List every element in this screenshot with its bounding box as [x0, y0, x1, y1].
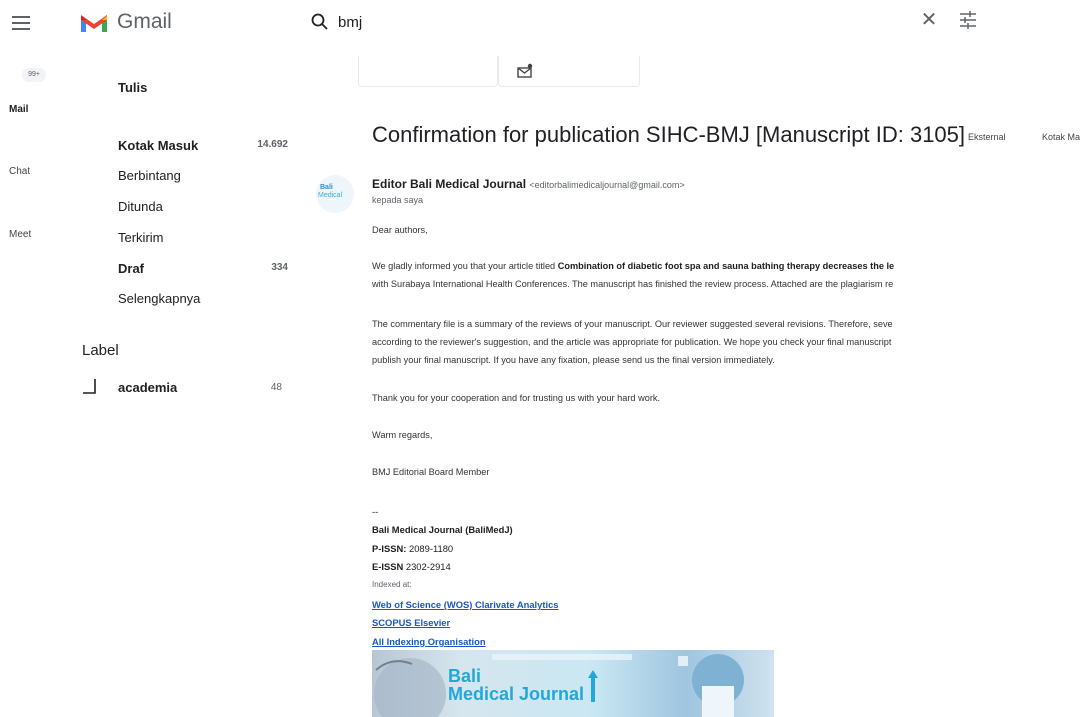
search-icon[interactable] — [310, 12, 330, 32]
banner-text: Medical Journal — [448, 684, 585, 704]
article-title: Combination of diabetic foot spa and sau… — [557, 261, 895, 271]
search-bar[interactable]: bmj — [310, 8, 990, 36]
eissn-line: E-ISSN 2302-2914 — [372, 561, 451, 572]
sender-email: <editorbalimedicaljournal@gmail.com> — [529, 180, 685, 190]
gmail-logo[interactable]: Gmail — [79, 9, 172, 35]
pissn-value: 2089-1180 — [409, 543, 454, 554]
nav-count: 334 — [271, 262, 288, 273]
link-scopus[interactable]: SCOPUS Elsevier — [372, 617, 450, 628]
eissn-value: 2302-2914 — [405, 561, 451, 572]
sender-line: Editor Bali Medical Journal <editorbalim… — [372, 177, 685, 191]
label-chip-external[interactable]: Eksternal — [968, 132, 1006, 142]
unread-badge: 99+ — [22, 68, 46, 82]
signer: BMJ Editorial Board Member — [372, 467, 490, 477]
mark-unread-icon[interactable] — [516, 63, 534, 79]
search-input[interactable]: bmj — [338, 14, 362, 31]
nav-label: Berbintang — [118, 168, 181, 183]
greeting: Dear authors, — [372, 225, 428, 235]
link-wos[interactable]: Web of Science (WOS) Clarivate Analytics — [372, 599, 559, 610]
recipient-line[interactable]: kepada saya — [372, 195, 423, 205]
nav-item-inbox[interactable]: Kotak Masuk 14.692 — [118, 138, 288, 153]
nav-item-snoozed[interactable]: Ditunda — [118, 199, 288, 214]
nav-label: Ditunda — [118, 199, 163, 214]
nav-item-drafts[interactable]: Draf 334 — [118, 261, 288, 276]
close-icon[interactable]: ✕ — [918, 9, 940, 31]
link-all-indexing[interactable]: All Indexing Organisation — [372, 636, 486, 647]
body-text: We gladly informed you that your article… — [372, 261, 558, 271]
nav-item-starred[interactable]: Berbintang — [118, 168, 288, 183]
app-name: Gmail — [117, 10, 172, 33]
avatar[interactable]: Bali Medical — [316, 175, 354, 213]
nav-label: Kotak Masuk — [118, 138, 199, 153]
nav-label: Draf — [118, 261, 145, 276]
nav-item-sent[interactable]: Terkirim — [118, 230, 288, 245]
label-item-academia[interactable]: academia — [118, 380, 177, 395]
rail-item-chat[interactable]: Chat — [0, 166, 69, 177]
rail-item-mail[interactable]: Mail — [0, 104, 69, 115]
body-text: with Surabaya International Health Confe… — [372, 279, 894, 289]
eissn-label: E-ISSN — [372, 561, 404, 572]
nav-item-more[interactable]: Selengkapnya — [118, 291, 288, 306]
label-count: 48 — [270, 382, 282, 393]
closing: Warm regards, — [372, 430, 433, 440]
nav-count: 14.692 — [257, 139, 288, 150]
rail-item-meet[interactable]: Meet — [0, 229, 69, 240]
compose-button[interactable]: Tulis — [118, 80, 147, 95]
journal-name: Bali Medical Journal (BaliMedJ) — [372, 524, 513, 535]
labels-heading: Label — [82, 342, 119, 359]
body-paragraph-2: The commentary file is a summary of the … — [372, 319, 893, 329]
email-subject: Confirmation for publication SIHC-BMJ [M… — [372, 122, 966, 147]
tune-icon[interactable] — [957, 9, 979, 31]
signature-separator: -- — [372, 506, 379, 517]
avatar-text: Bali — [320, 184, 333, 191]
gmail-m-icon — [81, 15, 107, 32]
body-text: according to the reviewer's suggestion, … — [372, 337, 892, 347]
body-paragraph-1: We gladly informed you that your article… — [372, 257, 1089, 275]
journal-name-text: Bali Medical Journal (BaliMedJ) — [372, 524, 513, 535]
journal-banner-image[interactable]: Bali Medical Journal — [372, 650, 774, 717]
body-text: publish your final manuscript. If you ha… — [372, 355, 775, 365]
pissn-line: P-ISSN: 2089-1180 — [372, 543, 453, 554]
nav-label: Terkirim — [118, 230, 164, 245]
indexed-label: Indexed at: — [372, 580, 412, 589]
sender-name[interactable]: Editor Bali Medical Journal — [372, 177, 526, 191]
toolbar-group — [358, 56, 498, 87]
menu-icon[interactable] — [10, 12, 32, 34]
body-paragraph-3: Thank you for your cooperation and for t… — [372, 393, 661, 403]
nav-label: Selengkapnya — [118, 291, 201, 306]
pissn-label: P-ISSN: — [372, 543, 407, 554]
avatar-text: Medical — [318, 192, 343, 199]
label-chip-inbox[interactable]: Kotak Ma — [1042, 132, 1080, 142]
label-icon — [83, 379, 96, 394]
